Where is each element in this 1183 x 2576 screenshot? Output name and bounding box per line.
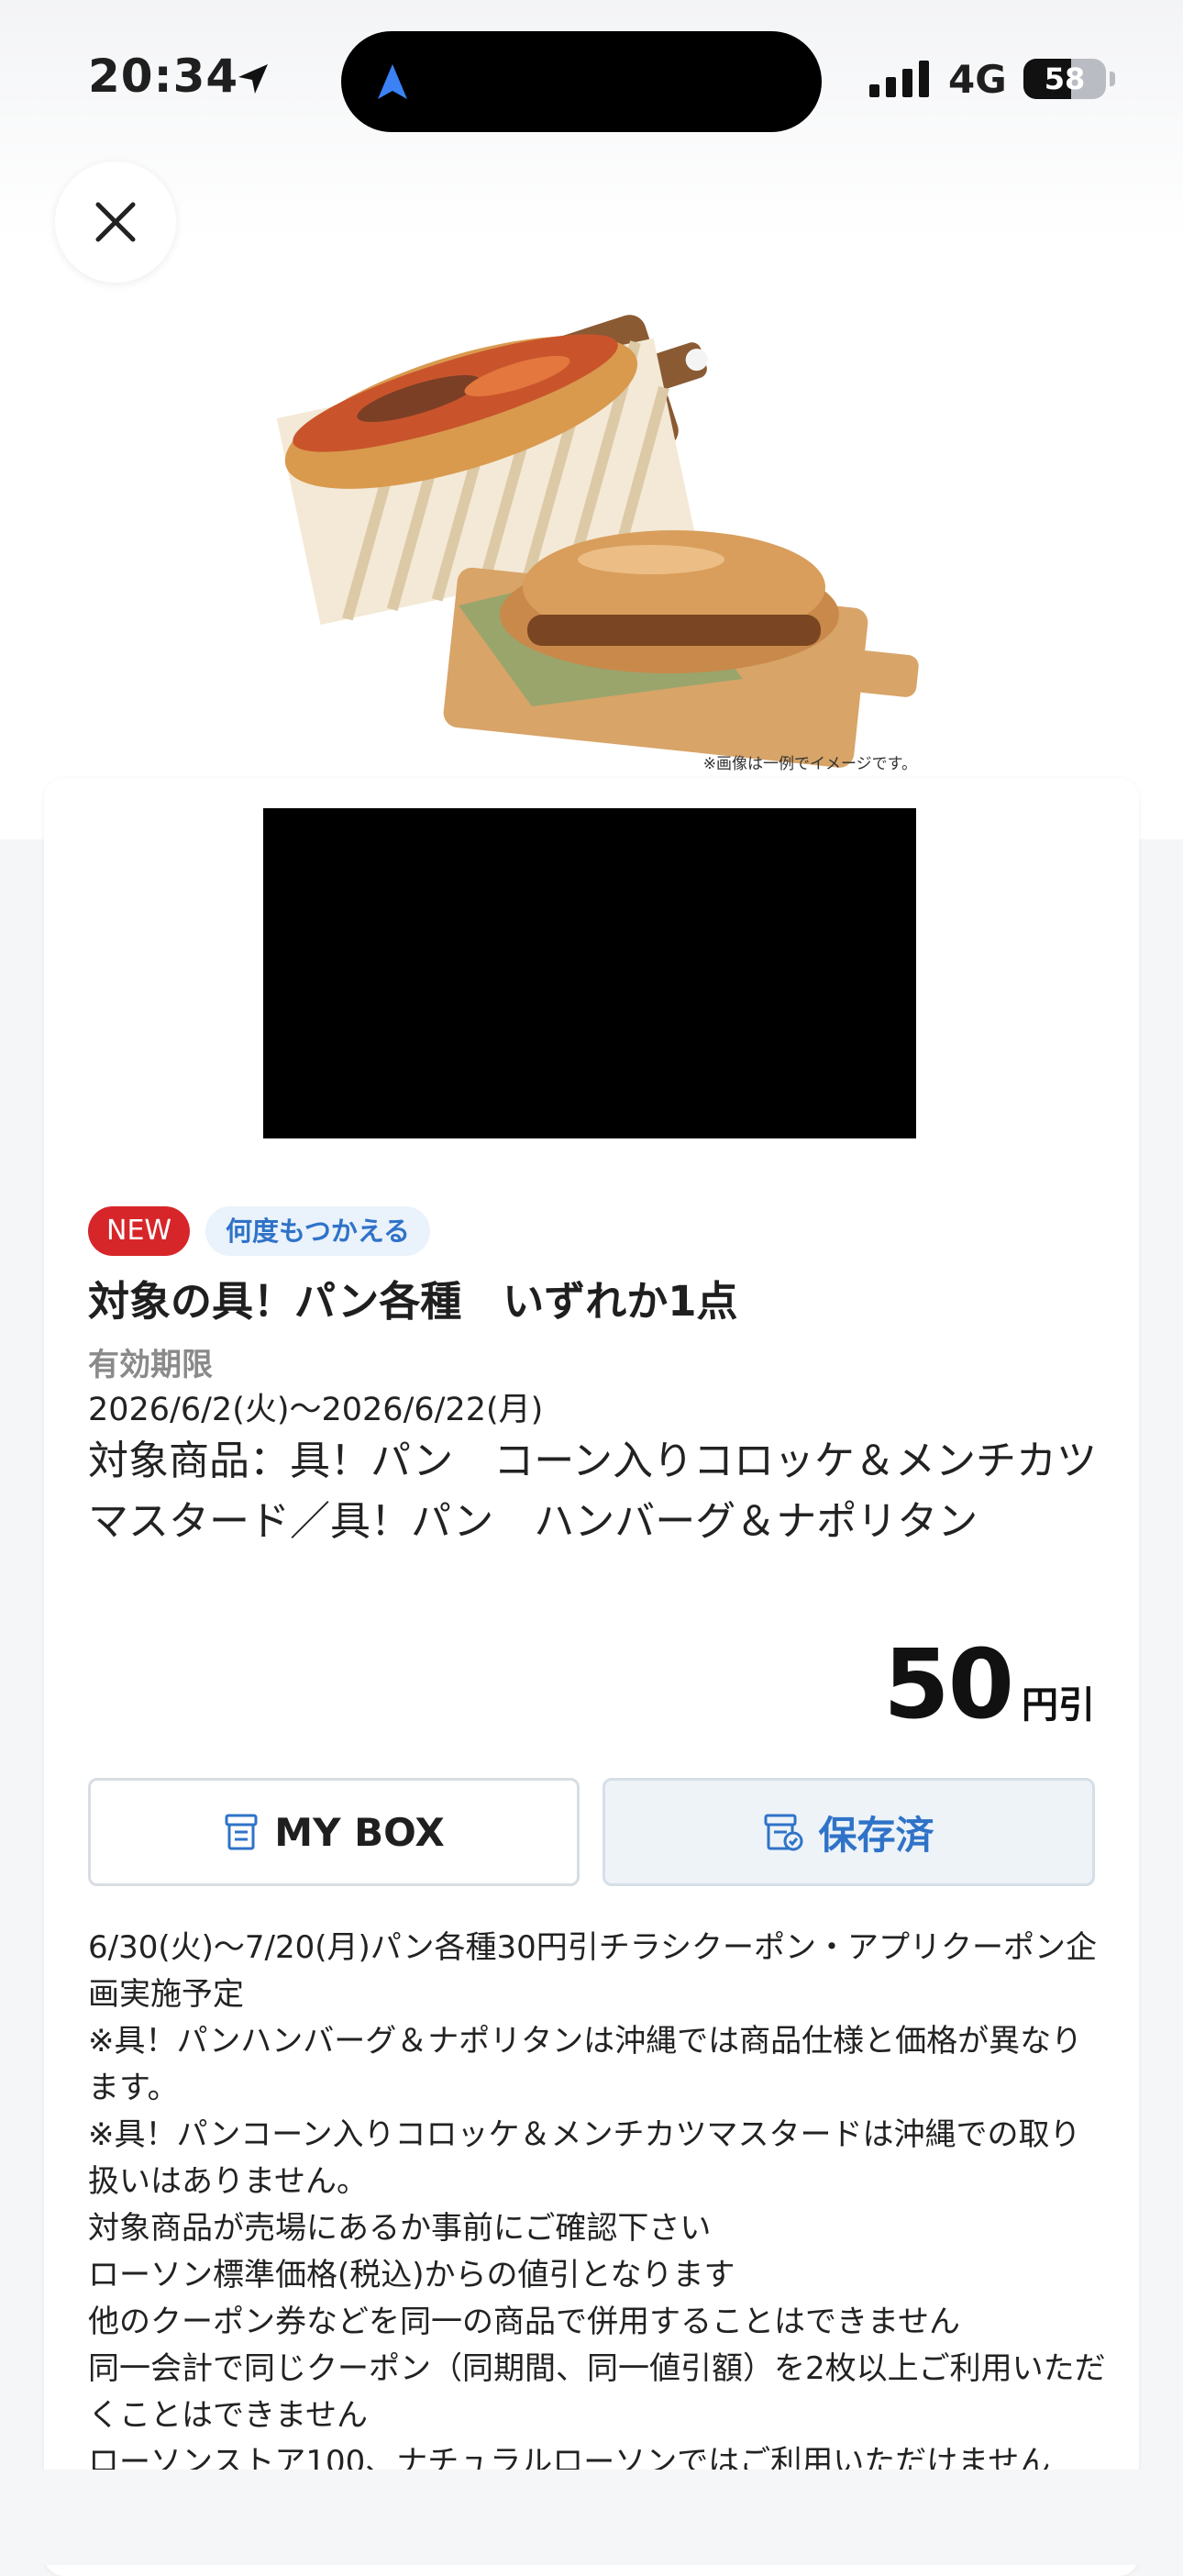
close-icon [95, 202, 136, 242]
cellular-signal-icon [869, 61, 929, 97]
navigation-arrow-icon [378, 64, 407, 99]
discount-value: 50 [883, 1628, 1014, 1740]
box-icon [225, 1814, 258, 1850]
note-line: 他のクーポン券などを同一の商品で併用することはできません [88, 2304, 960, 2340]
saved-button[interactable]: 保存済 [603, 1778, 1095, 1886]
discount-unit: 円引 [1022, 1684, 1095, 1727]
note-line: ローソン標準価格(税込)からの値引となります [88, 2257, 735, 2293]
note-line: 対象商品が売場にあるか事前にご確認下さい [88, 2210, 712, 2247]
saved-button-label: 保存済 [818, 1812, 934, 1858]
product-image [276, 315, 919, 768]
coupon-title: 対象の具！パン各種 いずれか1点 [88, 1277, 738, 1326]
mybox-button[interactable]: MY BOX [88, 1778, 580, 1886]
network-type: 4G [948, 57, 1007, 102]
status-bar: 20:34 4G 58 [0, 0, 1183, 156]
image-note: ※画像は一例でイメージです。 [702, 755, 917, 773]
note-line: 同一会計で同じクーポン（同期間、同一値引額）を2枚以上ご利用いただくことはできま… [88, 2350, 1106, 2434]
new-badge: NEW [88, 1206, 191, 1256]
saved-box-icon [764, 1814, 803, 1851]
close-button[interactable] [55, 161, 176, 283]
note-line: ※具！パンハンバーグ＆ナポリタンは沖縄では商品仕様と価格が異なります。 [88, 2023, 1083, 2106]
coupon-notes: 6/30(火)〜7/20(月)パン各種30円引チラシクーポン・アプリクーポン企画… [88, 1925, 1106, 2475]
note-line: 6/30(火)〜7/20(月)パン各種30円引チラシクーポン・アプリクーポン企画… [88, 1929, 1098, 2013]
note-line: ※具！パンコーン入りコロッケ＆メンチカツマスタードは沖縄での取り扱いはありません… [88, 2116, 1081, 2200]
discount-amount: 50 円引 [883, 1628, 1095, 1740]
expiry-dates: 2026/6/2(火)〜2026/6/22(月) [88, 1392, 544, 1428]
bottom-area [0, 2470, 1183, 2565]
redacted-barcode-area [263, 808, 916, 1138]
dynamic-island [341, 31, 822, 132]
battery-percent: 58 [1044, 61, 1086, 96]
battery-icon: 58 [1023, 59, 1106, 99]
battery-cap [1110, 72, 1115, 86]
status-time: 20:34 [88, 50, 239, 103]
mybox-button-label: MY BOX [274, 1809, 445, 1855]
expiry-label: 有効期限 [88, 1347, 213, 1383]
location-arrow-icon [238, 64, 268, 94]
target-products: 対象商品：具！パン コーン入りコロッケ＆メンチカツ マスタード／具！パン ハンバ… [88, 1438, 1137, 1545]
reusable-badge: 何度もつかえる [205, 1206, 430, 1256]
